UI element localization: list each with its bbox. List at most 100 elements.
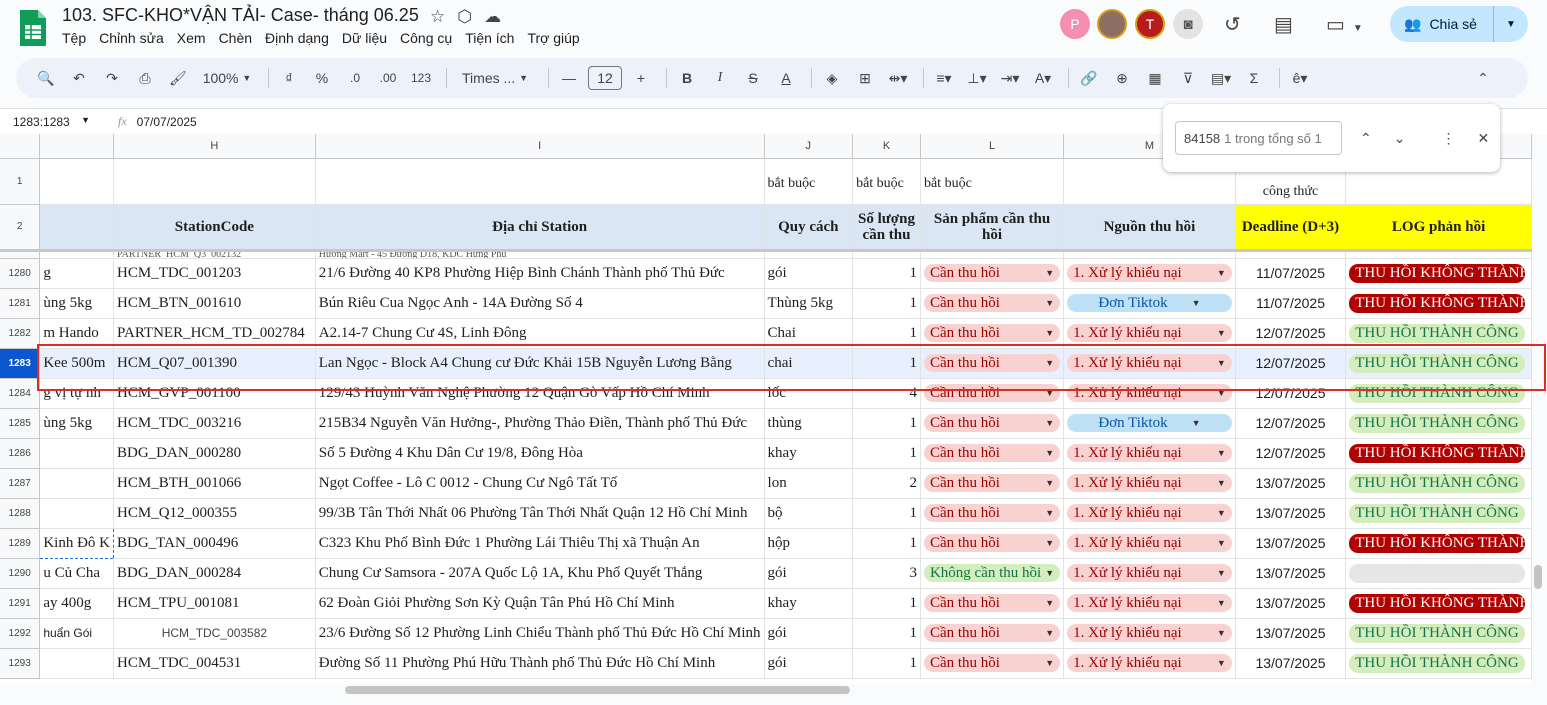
cell-source[interactable]: 1. Xử lý khiếu nại ▼ — [1063, 258, 1236, 289]
table-row[interactable]: 1293 HCM_TDC_004531 Đường Số 11 Phường Phú… — [0, 648, 1532, 679]
table-row[interactable]: 1287 HCM_BTH_001066 Ngọt Coffee - Lô C 001… — [0, 468, 1532, 499]
source-dropdown-chip[interactable]: 1. Xử lý khiếu nại ▼ — [1067, 474, 1232, 492]
product-dropdown-chip[interactable]: Cần thu hồi ▼ — [923, 594, 1061, 612]
decrease-font-size-button[interactable]: — — [555, 64, 583, 92]
text-color-button[interactable]: A — [772, 64, 800, 92]
version-history-icon[interactable]: ↺ — [1224, 12, 1241, 37]
document-title[interactable]: 103. SFC-KHO*VẬN TẢI- Case- tháng 06.25 — [62, 5, 419, 26]
row-number[interactable]: 1281 — [0, 288, 41, 319]
partial-cell-h[interactable]: PARTNER_HCM_Q3_002132 — [113, 248, 316, 259]
menu-item[interactable]: Tệp — [62, 30, 86, 46]
cell-product[interactable]: Cần thu hồi ▼ — [920, 288, 1065, 319]
log-status-chip[interactable]: THU HỒI KHÔNG THÀNH CÔNG — [1349, 593, 1526, 613]
cell-quantity[interactable]: 1 — [852, 648, 921, 679]
bold-button[interactable]: B — [673, 64, 701, 92]
cell-log[interactable]: THU HỒI THÀNH CÔNG — [1345, 618, 1532, 649]
paint-format-icon[interactable]: 🖌 — [164, 64, 192, 92]
cell-source[interactable]: 1. Xử lý khiếu nại ▼ — [1063, 618, 1236, 649]
log-status-chip[interactable]: THU HỒI THÀNH CÔNG — [1349, 653, 1526, 673]
cell-log[interactable]: THU HỒI THÀNH CÔNG — [1345, 498, 1532, 529]
source-dropdown-chip[interactable]: Đơn Tiktok ▼ — [1067, 294, 1232, 312]
undo-icon[interactable]: ↶ — [65, 64, 93, 92]
cell-product[interactable]: Cần thu hồi ▼ — [920, 408, 1065, 439]
cell[interactable] — [1345, 248, 1532, 259]
cell-station-code[interactable]: HCM_TDC_003216 — [113, 408, 316, 439]
share-button[interactable]: 👥 Chia sẻ ▼ — [1390, 6, 1528, 42]
product-dropdown-chip[interactable]: Cần thu hồi ▼ — [923, 324, 1061, 342]
product-dropdown-chip[interactable]: Cần thu hồi ▼ — [923, 414, 1061, 432]
header-station-address[interactable]: Địa chỉ Station — [315, 204, 765, 251]
cell-log[interactable]: THU HỒI THÀNH CÔNG — [1345, 408, 1532, 439]
cell[interactable] — [39, 158, 115, 205]
find-next-icon[interactable]: ⌄ — [1394, 130, 1406, 147]
cell[interactable] — [852, 248, 921, 259]
cell-source[interactable]: 1. Xử lý khiếu nại ▼ — [1063, 648, 1236, 679]
cell-deadline[interactable]: 13/07/2025 — [1235, 558, 1347, 589]
collapse-toolbar-icon[interactable]: ⌃ — [1469, 64, 1497, 92]
product-dropdown-chip[interactable]: Cần thu hồi ▼ — [923, 504, 1061, 522]
cell-quantity[interactable]: 1 — [852, 438, 921, 469]
table-row[interactable]: 1281 ùng 5kg HCM_BTN_001610 Bún Riêu Cua Ng… — [0, 288, 1532, 319]
header-log[interactable]: LOG phản hồi — [1345, 204, 1532, 251]
insert-link-icon[interactable]: 🔗 — [1075, 64, 1103, 92]
cell-log[interactable]: THU HỒI THÀNH CÔNG — [1345, 648, 1532, 679]
avatar-t[interactable]: T — [1135, 9, 1165, 39]
log-status-chip[interactable]: THU HỒI KHÔNG THÀNH CÔNG — [1349, 293, 1526, 313]
horizontal-align-icon[interactable]: ≡▾ — [930, 64, 958, 92]
cell-quantity[interactable]: 1 — [852, 258, 921, 289]
source-dropdown-chip[interactable]: 1. Xử lý khiếu nại ▼ — [1067, 324, 1232, 342]
row-number[interactable]: 1284 — [0, 378, 41, 409]
cell-g[interactable] — [39, 498, 115, 529]
insert-comment-icon[interactable]: ⊕ — [1108, 64, 1136, 92]
cell-deadline[interactable]: 12/07/2025 — [1235, 408, 1347, 439]
cell-station-code[interactable]: HCM_TDC_004531 — [113, 648, 316, 679]
cell-g[interactable]: ùng 5kg — [39, 288, 115, 319]
cell-spec[interactable]: gói — [764, 618, 854, 649]
header-spec[interactable]: Quy cách — [764, 204, 854, 251]
decrease-decimal-button[interactable]: .0 — [341, 64, 369, 92]
cell-address[interactable]: 21/6 Đường 40 KP8 Phường Hiệp Bình Chánh… — [315, 258, 765, 289]
row-number[interactable]: 1288 — [0, 498, 41, 529]
print-icon[interactable]: ⎙ — [131, 64, 159, 92]
table-row[interactable]: 1292 huẩn Gói HCM_TDC_003582 23/6 Đường Số … — [0, 618, 1532, 649]
cell-address[interactable]: Ngọt Coffee - Lô C 0012 - Chung Cư Ngô T… — [315, 468, 765, 499]
share-dropdown[interactable]: ▼ — [1494, 19, 1528, 30]
row-number[interactable]: 1283 — [0, 348, 41, 379]
cell-address[interactable]: 23/6 Đường Số 12 Phường Linh Chiểu Thành… — [315, 618, 765, 649]
cell-log[interactable]: THU HỒI KHÔNG THÀNH CÔNG — [1345, 528, 1532, 559]
sheets-logo[interactable] — [18, 8, 48, 48]
cell-deadline[interactable]: 13/07/2025 — [1235, 618, 1347, 649]
redo-icon[interactable]: ↷ — [98, 64, 126, 92]
cell-spec[interactable]: gói — [764, 258, 854, 289]
menu-item[interactable]: Công cụ — [400, 30, 452, 46]
header-deadline[interactable]: Deadline (D+3) — [1235, 204, 1347, 251]
product-dropdown-chip[interactable]: Cần thu hồi ▼ — [923, 624, 1061, 642]
row-number[interactable]: 1286 — [0, 438, 41, 469]
cell-address[interactable]: Số 5 Đường 4 Khu Dân Cư 19/8, Đông Hòa — [315, 438, 765, 469]
product-dropdown-chip[interactable]: Cần thu hồi ▼ — [923, 534, 1061, 552]
vertical-scrollbar[interactable] — [1534, 565, 1542, 589]
cell-spec[interactable]: gói — [764, 558, 854, 589]
row-number[interactable]: 1291 — [0, 588, 41, 619]
cell-product[interactable]: Cần thu hồi ▼ — [920, 618, 1065, 649]
cell[interactable] — [920, 248, 1065, 259]
cell-source[interactable]: Đơn Tiktok ▼ — [1063, 288, 1236, 319]
table-row[interactable]: 1286 BDG_DAN_000280 Số 5 Đường 4 Khu Dân C… — [0, 438, 1532, 469]
cell-g[interactable] — [39, 648, 115, 679]
header-source[interactable]: Nguồn thu hồi — [1063, 204, 1236, 251]
menu-item[interactable]: Tiện ích — [465, 30, 514, 46]
font-select[interactable]: Times ... ▼ — [453, 64, 537, 92]
cell-station-code[interactable]: HCM_TDC_001203 — [113, 258, 316, 289]
comments-icon[interactable]: ▤ — [1274, 12, 1293, 37]
cell-source[interactable]: 1. Xử lý khiếu nại ▼ — [1063, 588, 1236, 619]
source-dropdown-chip[interactable]: 1. Xử lý khiếu nại ▼ — [1067, 654, 1232, 672]
product-dropdown-chip[interactable]: Cần thu hồi ▼ — [923, 654, 1061, 672]
column-header-l[interactable]: L — [920, 134, 1065, 159]
log-status-chip[interactable]: THU HỒI THÀNH CÔNG — [1349, 413, 1526, 433]
header-quantity[interactable]: Số lượng cần thu — [852, 204, 921, 251]
log-status-chip[interactable]: THU HỒI THÀNH CÔNG — [1349, 503, 1526, 523]
cell-source[interactable]: 1. Xử lý khiếu nại ▼ — [1063, 528, 1236, 559]
menu-item[interactable]: Chỉnh sửa — [99, 30, 164, 46]
table-row[interactable]: 1291 ay 400g HCM_TPU_001081 62 Đoàn Giỏi Ph… — [0, 588, 1532, 619]
percent-format-button[interactable]: % — [308, 64, 336, 92]
